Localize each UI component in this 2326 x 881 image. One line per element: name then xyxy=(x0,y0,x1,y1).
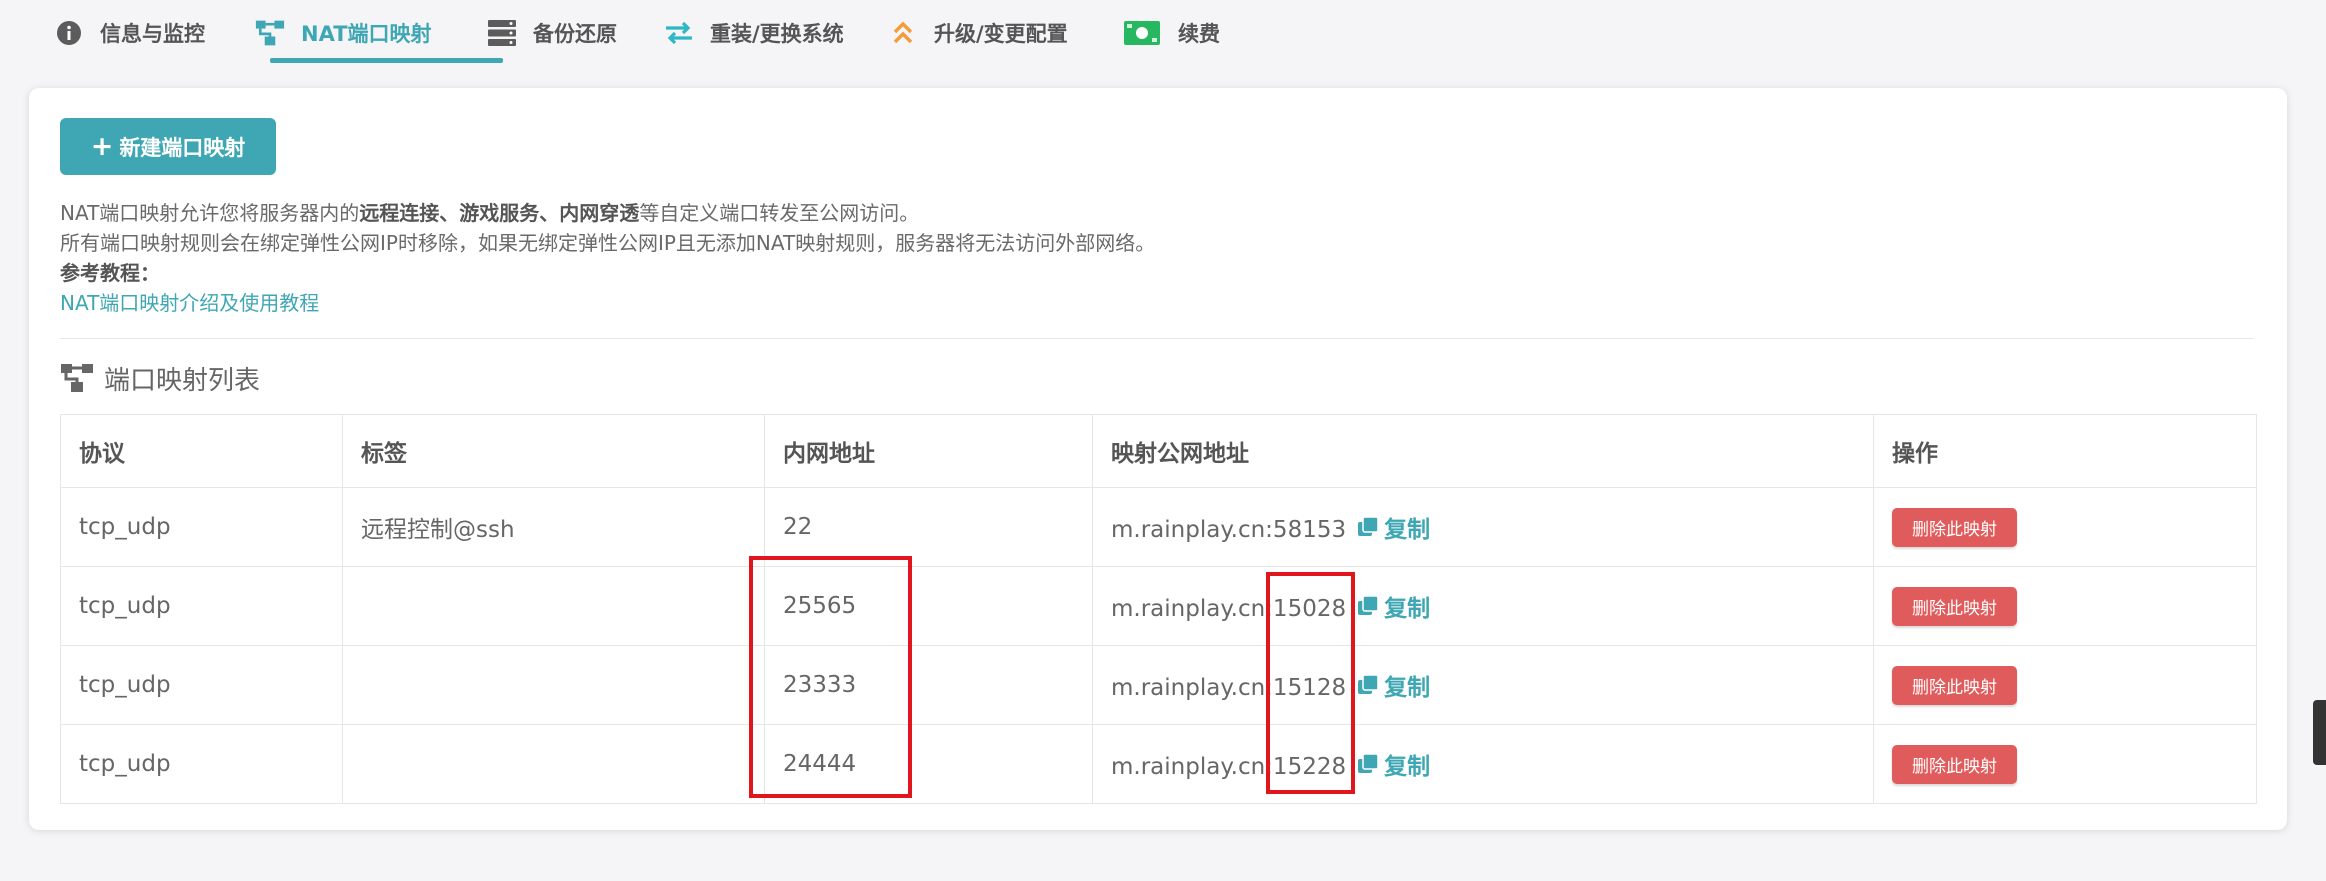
copy-icon xyxy=(1358,596,1379,616)
column-header-protocol: 协议 xyxy=(60,414,343,488)
copy-label: 复制 xyxy=(1384,517,1431,543)
info-circle-icon xyxy=(54,18,84,48)
tab-renew[interactable]: 续费 xyxy=(1122,0,1220,66)
internal-address-cell: 24444 xyxy=(764,724,1093,804)
tab-label: 重装/更换系统 xyxy=(710,22,844,46)
server-icon xyxy=(487,18,517,48)
tab-info-monitor[interactable]: 信息与监控 xyxy=(54,0,205,66)
table-row: tcp_udp 24444 m.rainplay.cn:15228 复制 删除此映… xyxy=(60,724,2257,804)
reference-label: 参考教程： xyxy=(60,261,160,285)
actions-cell: 删除此映射 xyxy=(1873,566,2257,646)
scrollbar-handle[interactable] xyxy=(2313,700,2326,765)
public-address-cell: m.rainplay.cn:15128 复制 xyxy=(1092,645,1874,725)
exchange-icon xyxy=(664,18,694,48)
public-address-text: m.rainplay.cn:15128 xyxy=(1111,675,1347,701)
actions-cell: 删除此映射 xyxy=(1873,487,2257,567)
table-row: tcp_udp 远程控制@ssh 22 m.rainplay.cn:58153 复… xyxy=(60,487,2257,567)
delete-mapping-button[interactable]: 删除此映射 xyxy=(1892,586,2017,626)
internal-address-cell: 23333 xyxy=(764,645,1093,725)
sitemap-icon xyxy=(60,363,94,393)
tag-cell xyxy=(342,645,765,725)
table-header-row: 协议 标签 内网地址 映射公网地址 操作 xyxy=(60,414,2257,488)
divider xyxy=(60,338,2254,339)
copy-icon xyxy=(1358,517,1379,537)
port-mapping-table: 协议 标签 内网地址 映射公网地址 操作 tcp_udp 远程控制@ssh 22… xyxy=(60,414,2257,804)
new-port-mapping-button[interactable]: + 新建端口映射 xyxy=(60,118,276,175)
public-address-text: m.rainplay.cn:15228 xyxy=(1111,754,1347,780)
new-port-mapping-label: 新建端口映射 xyxy=(119,135,246,160)
copy-label: 复制 xyxy=(1384,596,1431,622)
nat-mapping-panel: + 新建端口映射 NAT端口映射允许您将服务器内的远程连接、游戏服务、内网穿透等… xyxy=(29,88,2287,830)
delete-mapping-button[interactable]: 删除此映射 xyxy=(1892,744,2017,784)
protocol-cell: tcp_udp xyxy=(60,487,343,567)
tab-label: NAT端口映射 xyxy=(301,22,432,46)
public-address-cell: m.rainplay.cn:58153 复制 xyxy=(1092,487,1874,567)
description-line-1: NAT端口映射允许您将服务器内的远程连接、游戏服务、内网穿透等自定义端口转发至公… xyxy=(60,197,919,226)
copy-label: 复制 xyxy=(1384,675,1431,701)
tab-upgrade-config[interactable]: 升级/变更配置 xyxy=(888,0,1068,66)
tab-label: 升级/变更配置 xyxy=(934,22,1068,46)
protocol-cell: tcp_udp xyxy=(60,645,343,725)
description-bold-text: 远程连接、游戏服务、内网穿透 xyxy=(359,201,640,225)
tab-label: 备份还原 xyxy=(533,22,617,46)
public-address-cell: m.rainplay.cn:15028 复制 xyxy=(1092,566,1874,646)
actions-cell: 删除此映射 xyxy=(1873,645,2257,725)
copy-button[interactable]: 复制 xyxy=(1358,510,1430,544)
column-header-internal-address: 内网地址 xyxy=(764,414,1093,488)
table-row: tcp_udp 23333 m.rainplay.cn:15128 复制 删除此映… xyxy=(60,645,2257,725)
tab-nat-port-mapping[interactable]: NAT端口映射 xyxy=(255,0,432,66)
plus-icon: + xyxy=(90,131,114,162)
delete-mapping-button[interactable]: 删除此映射 xyxy=(1892,507,2017,547)
tag-cell xyxy=(342,724,765,804)
tab-backup-restore[interactable]: 备份还原 xyxy=(487,0,617,66)
copy-button[interactable]: 复制 xyxy=(1358,589,1430,623)
tag-cell: 远程控制@ssh xyxy=(342,487,765,567)
copy-button[interactable]: 复制 xyxy=(1358,668,1430,702)
internal-address-cell: 22 xyxy=(764,487,1093,567)
description-line-2: 所有端口映射规则会在绑定弹性公网IP时移除，如果无绑定弹性公网IP且无添加NAT… xyxy=(60,231,1156,255)
list-title-text: 端口映射列表 xyxy=(104,365,261,396)
column-header-actions: 操作 xyxy=(1873,414,2257,488)
active-tab-indicator xyxy=(270,58,503,63)
tab-label: 信息与监控 xyxy=(100,22,205,46)
description-text: 等自定义端口转发至公网访问。 xyxy=(639,201,920,225)
copy-button[interactable]: 复制 xyxy=(1358,747,1430,781)
copy-label: 复制 xyxy=(1384,754,1431,780)
tab-label: 续费 xyxy=(1178,22,1220,46)
public-address-cell: m.rainplay.cn:15228 复制 xyxy=(1092,724,1874,804)
tab-reinstall-system[interactable]: 重装/更换系统 xyxy=(664,0,844,66)
double-up-icon xyxy=(888,18,918,48)
public-address-text: m.rainplay.cn:15028 xyxy=(1111,596,1347,622)
protocol-cell: tcp_udp xyxy=(60,724,343,804)
actions-cell: 删除此映射 xyxy=(1873,724,2257,804)
sitemap-icon xyxy=(255,18,285,48)
tab-bar: 信息与监控 NAT端口映射 备份还原 重装/更换系统 升级/变更配置 续费 xyxy=(40,0,2290,66)
copy-icon xyxy=(1358,675,1379,695)
money-icon xyxy=(1122,18,1162,48)
tutorial-link[interactable]: NAT端口映射介绍及使用教程 xyxy=(60,287,319,316)
protocol-cell: tcp_udp xyxy=(60,566,343,646)
internal-address-cell: 25565 xyxy=(764,566,1093,646)
list-title: 端口映射列表 xyxy=(60,358,260,398)
public-address-text: m.rainplay.cn:58153 xyxy=(1111,517,1347,543)
copy-icon xyxy=(1358,754,1379,774)
column-header-public-address: 映射公网地址 xyxy=(1092,414,1874,488)
description-text: NAT端口映射允许您将服务器内的 xyxy=(60,201,360,225)
table-row: tcp_udp 25565 m.rainplay.cn:15028 复制 删除此映… xyxy=(60,566,2257,646)
delete-mapping-button[interactable]: 删除此映射 xyxy=(1892,665,2017,705)
column-header-tag: 标签 xyxy=(342,414,765,488)
tag-cell xyxy=(342,566,765,646)
